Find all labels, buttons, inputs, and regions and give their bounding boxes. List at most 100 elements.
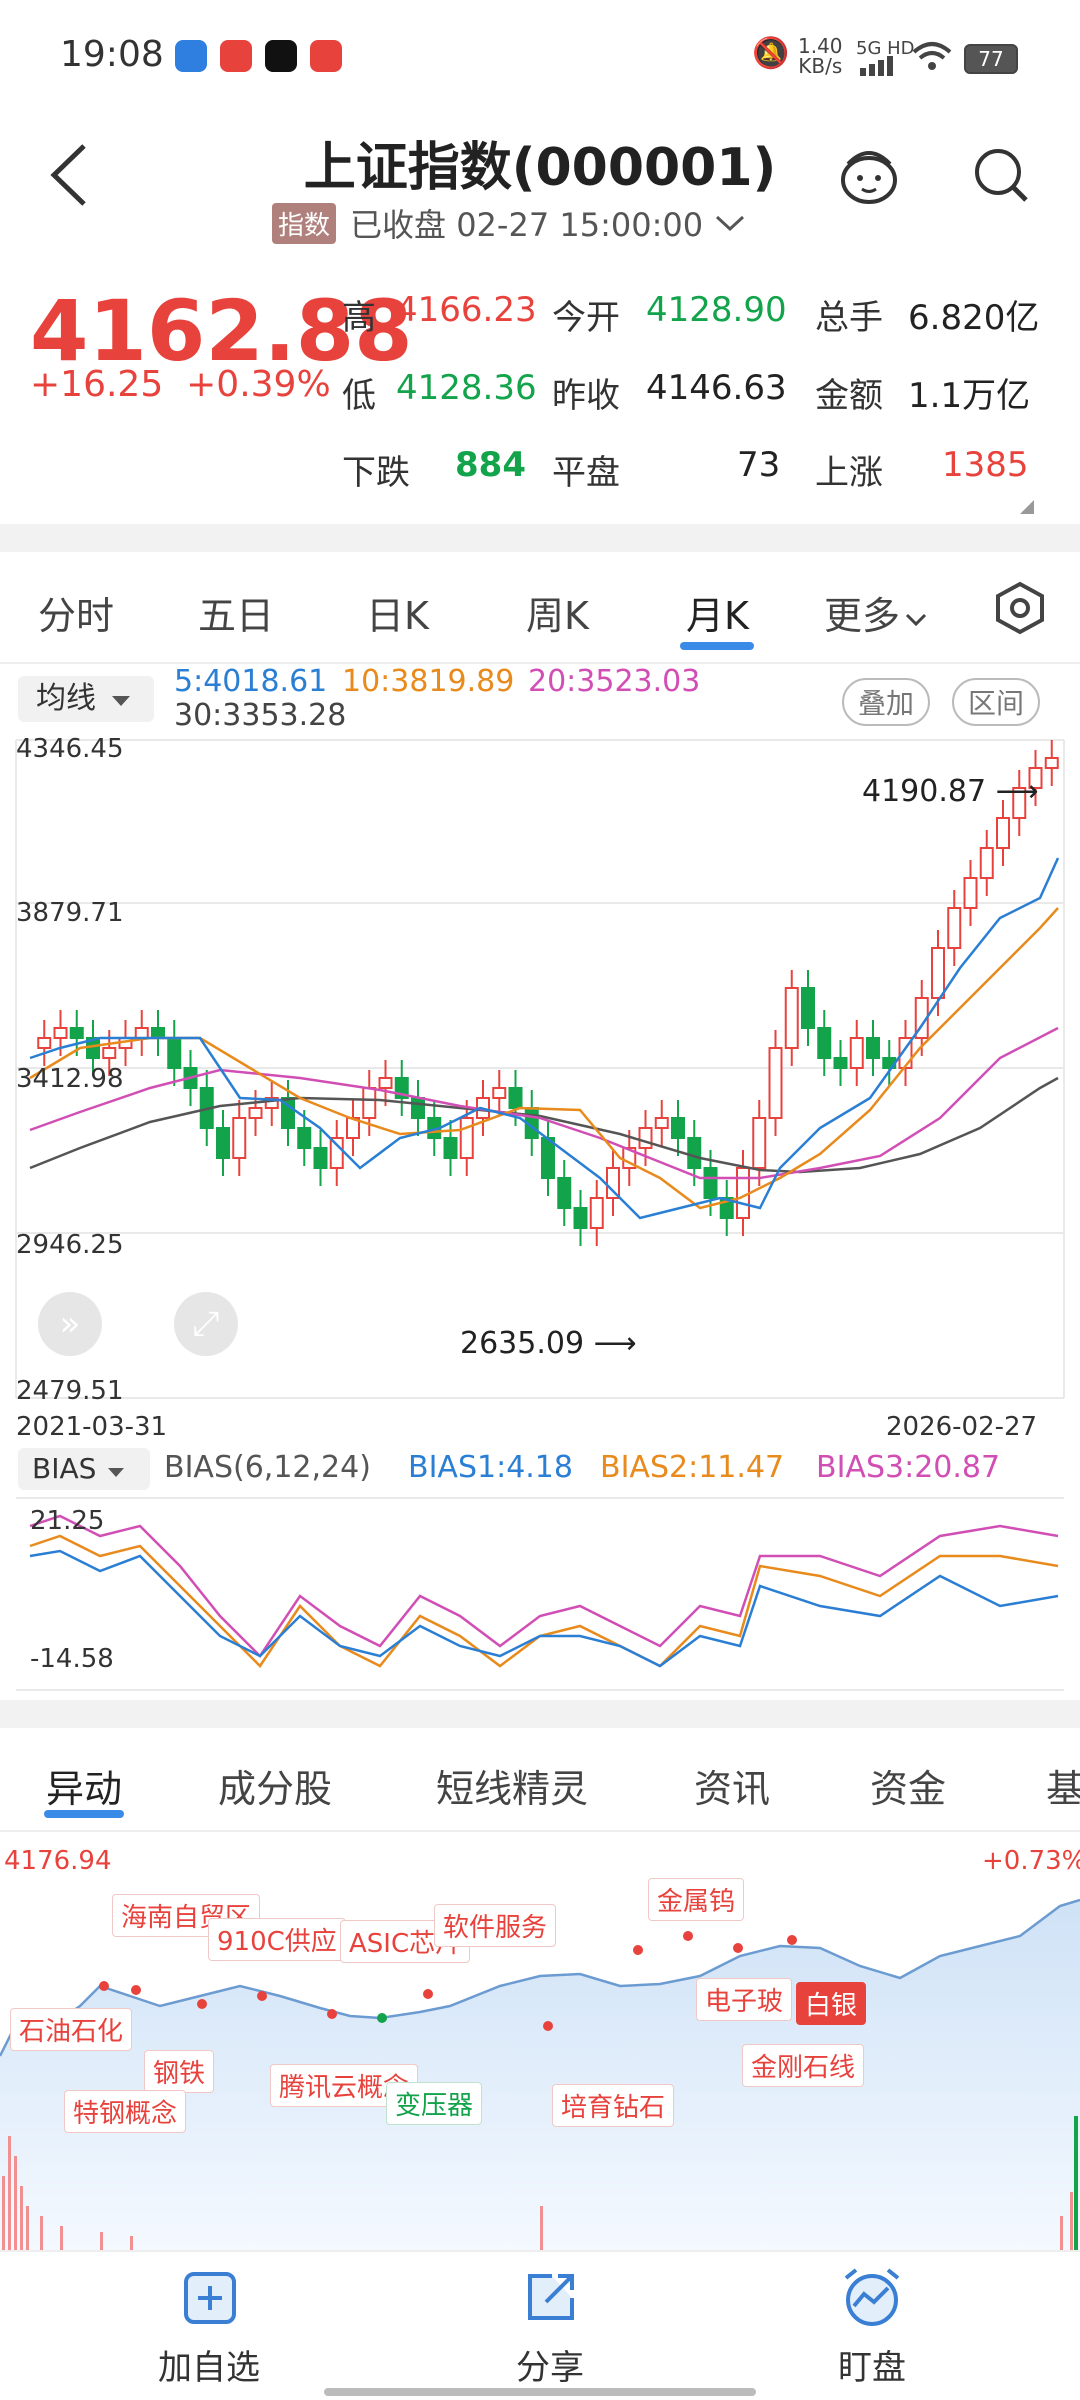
app-icon-2 <box>220 40 252 72</box>
event-label[interactable]: 石油石化 <box>10 2008 133 2051</box>
candles <box>37 740 1059 1246</box>
fast-forward-icon[interactable]: » <box>38 1292 102 1356</box>
high-annotation: 4190.87 ⟶ <box>862 774 1039 809</box>
candle <box>443 1137 458 1159</box>
event-label-highlight[interactable]: 白银 <box>796 1982 867 2025</box>
page-title: 上证指数(000001) <box>303 138 777 198</box>
add-watchlist-icon[interactable] <box>182 2270 238 2326</box>
intraday-top-pct: +0.73% <box>982 1846 1080 1876</box>
candle <box>378 1077 393 1089</box>
chevron-down-icon <box>905 613 927 627</box>
decliners-value: 884 <box>455 445 526 485</box>
open-value: 4128.90 <box>646 290 787 330</box>
active-tab-indicator <box>680 642 754 650</box>
candle <box>232 1117 247 1159</box>
bias-bottom-label: -14.58 <box>30 1644 114 1674</box>
bias-top-label: 21.25 <box>30 1506 105 1536</box>
tab-fundamentals[interactable]: 基 <box>1046 1758 1080 1813</box>
status-bar: 19:08 🔕 1.40 KB/s 5G HD 77 <box>0 0 1080 110</box>
candle <box>297 1127 312 1149</box>
event-label[interactable]: 软件服务 <box>434 1904 557 1947</box>
amount-label: 金额 <box>815 376 883 416</box>
tab-weekly-k[interactable]: 周K <box>526 585 589 640</box>
open-label: 今开 <box>552 298 620 338</box>
candle <box>866 1037 880 1059</box>
candle <box>654 1117 669 1129</box>
candle <box>589 1197 604 1229</box>
event-label[interactable]: 910C供应 <box>208 1918 346 1961</box>
bias-selector[interactable]: BIAS <box>18 1448 150 1490</box>
candle <box>801 987 815 1029</box>
tab-anomaly[interactable]: 异动 <box>46 1758 122 1813</box>
prev-close-label: 昨收 <box>552 376 620 416</box>
low-value: 4128.36 <box>396 368 537 408</box>
tab-funds[interactable]: 资金 <box>870 1758 946 1813</box>
bias-chart[interactable] <box>0 1496 1080 1692</box>
decliners-label: 下跌 <box>342 453 410 493</box>
range-button[interactable]: 区间 <box>952 678 1041 726</box>
event-label[interactable]: 金刚石线 <box>742 2044 865 2087</box>
nav-add-label[interactable]: 加自选 <box>158 2340 260 2389</box>
tab-news[interactable]: 资讯 <box>694 1758 770 1813</box>
mute-icon: 🔕 <box>752 36 790 71</box>
net-speed: 1.40 KB/s <box>798 34 843 78</box>
tab-five-day[interactable]: 五日 <box>198 585 274 640</box>
tab-more[interactable]: 更多 <box>824 585 928 640</box>
watch-market-icon[interactable] <box>838 2264 906 2328</box>
candle <box>849 1037 864 1069</box>
event-label[interactable]: 变压器 <box>386 2082 483 2125</box>
candle <box>833 1057 848 1069</box>
candle <box>411 1097 425 1119</box>
candle <box>784 987 799 1049</box>
candle <box>313 1147 328 1169</box>
event-label[interactable]: 电子玻 <box>696 1978 793 2021</box>
ma30-legend: 30:3353.28 <box>174 698 347 733</box>
advancers-value: 1385 <box>942 445 1029 485</box>
expand-icon[interactable]: ⤢ <box>174 1292 238 1356</box>
caret-down-icon <box>108 1468 125 1477</box>
candle <box>979 847 994 879</box>
settings-hex-icon[interactable] <box>992 580 1048 636</box>
y-label-1: 4346.45 <box>16 734 124 764</box>
candle <box>817 1027 832 1059</box>
candle <box>1044 757 1059 769</box>
candle <box>216 1127 230 1159</box>
candle <box>37 1037 52 1049</box>
event-label[interactable]: 金属钨 <box>648 1878 745 1921</box>
bias3-legend: BIAS3:20.87 <box>816 1450 1001 1485</box>
candle <box>931 947 945 999</box>
event-label[interactable]: 培育钻石 <box>552 2084 675 2127</box>
search-icon[interactable] <box>972 146 1032 206</box>
caret-down-icon <box>112 696 130 706</box>
tab-monthly-k[interactable]: 月K <box>686 585 749 640</box>
nav-watch-label[interactable]: 盯盘 <box>838 2340 906 2389</box>
candle <box>638 1127 653 1149</box>
robot-assistant-icon[interactable] <box>836 142 902 208</box>
ma20-legend: 20:3523.03 <box>528 664 701 699</box>
candle <box>671 1117 685 1139</box>
nav-divider <box>0 2250 1080 2252</box>
nav-share-label[interactable]: 分享 <box>516 2340 584 2389</box>
ma-selector[interactable]: 均线 <box>18 676 154 722</box>
candle <box>134 1027 149 1039</box>
advancers-label: 上涨 <box>815 453 883 493</box>
tab-intraday[interactable]: 分时 <box>38 585 114 640</box>
app-icon-4 <box>310 40 342 72</box>
market-status[interactable]: 指数 已收盘 02-27 15:00:00 <box>272 200 747 246</box>
overlay-button[interactable]: 叠加 <box>842 678 931 726</box>
tab-short-term[interactable]: 短线精灵 <box>436 1758 588 1813</box>
candle <box>557 1177 572 1209</box>
intraday-top-value: 4176.94 <box>4 1846 112 1876</box>
share-icon[interactable] <box>522 2268 580 2326</box>
candle <box>736 1167 750 1219</box>
ma5-legend: 5:4018.61 <box>174 664 328 699</box>
index-tag: 指数 <box>272 202 337 244</box>
candle <box>687 1137 702 1169</box>
tab-daily-k[interactable]: 日K <box>366 585 429 640</box>
event-label[interactable]: 特钢概念 <box>64 2090 187 2133</box>
candle <box>459 1117 474 1159</box>
tab-constituents[interactable]: 成分股 <box>218 1758 332 1813</box>
event-label[interactable]: 钢铁 <box>144 2050 215 2093</box>
candle <box>996 817 1010 849</box>
kline-chart[interactable] <box>0 738 1080 1418</box>
